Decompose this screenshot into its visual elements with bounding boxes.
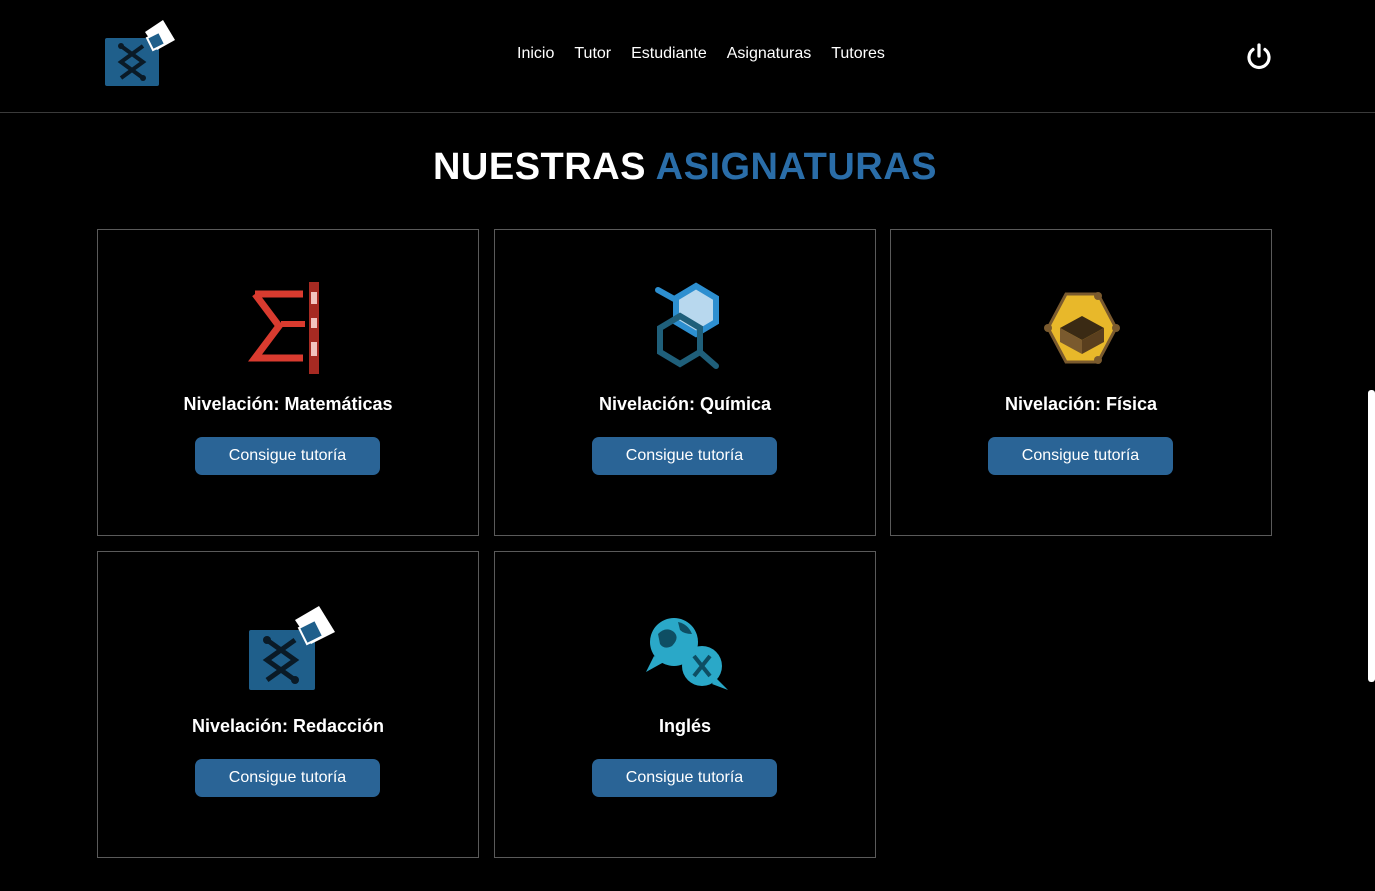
subject-card-matematicas: Nivelación: Matemáticas Consigue tutoría (97, 229, 479, 536)
subject-card-fisica: Nivelación: Física Consigue tutoría (890, 229, 1272, 536)
physics-cube-icon (1032, 278, 1132, 378)
scrollbar[interactable] (1368, 390, 1375, 682)
math-sigma-icon (239, 278, 339, 378)
page-title-accent: ASIGNATURAS (655, 146, 938, 188)
page-title: NUESTRAS ASIGNATURAS (0, 146, 1370, 189)
nav-asignaturas[interactable]: Asignaturas (727, 45, 812, 63)
navbar: Inicio Tutor Estudiante Asignaturas Tuto… (0, 0, 1375, 113)
card-title: Nivelación: Química (598, 394, 772, 414)
nav-inicio[interactable]: Inicio (517, 45, 554, 63)
language-globe-icon (636, 600, 736, 700)
subject-card-redaccion: Nivelación: Redacción Consigue tutoría (97, 551, 479, 858)
nav-tutores[interactable]: Tutores (831, 45, 885, 63)
consigue-tutoria-button[interactable]: Consigue tutoría (195, 437, 380, 475)
page-title-main: NUESTRAS (432, 146, 646, 188)
card-title: Nivelación: Redacción (191, 716, 385, 736)
power-icon[interactable] (1244, 42, 1274, 72)
nav-estudiante[interactable]: Estudiante (631, 45, 707, 63)
consigue-tutoria-button[interactable]: Consigue tutoría (195, 759, 380, 797)
graduation-logo-icon[interactable] (103, 18, 177, 88)
card-title: Nivelación: Matemáticas (183, 394, 393, 414)
consigue-tutoria-button[interactable]: Consigue tutoría (592, 437, 777, 475)
card-title: Inglés (658, 716, 711, 736)
subject-card-ingles: Inglés Consigue tutoría (494, 551, 876, 858)
subject-card-quimica: Nivelación: Química Consigue tutoría (494, 229, 876, 536)
consigue-tutoria-button[interactable]: Consigue tutoría (988, 437, 1173, 475)
consigue-tutoria-button[interactable]: Consigue tutoría (592, 759, 777, 797)
card-title: Nivelación: Física (1004, 394, 1158, 414)
main-nav: Inicio Tutor Estudiante Asignaturas Tuto… (517, 45, 885, 63)
chemistry-hexagon-icon (636, 278, 736, 378)
graduation-logo-icon (239, 600, 339, 700)
nav-tutor[interactable]: Tutor (574, 45, 611, 63)
